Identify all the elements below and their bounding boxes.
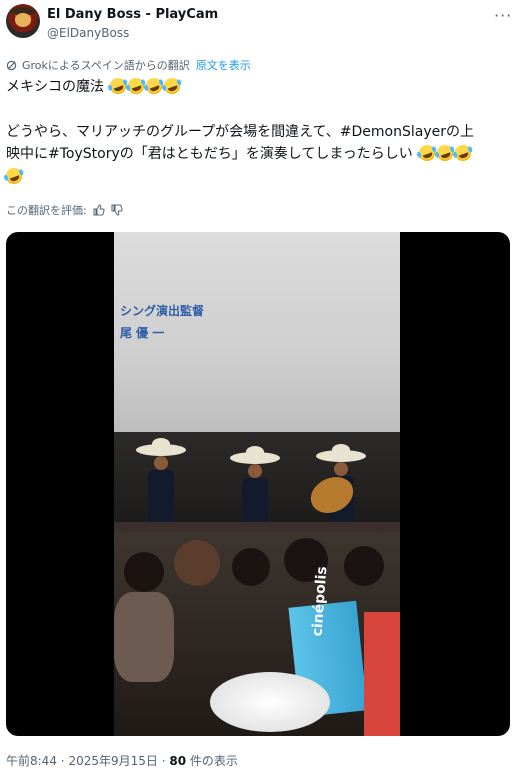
cinema-screen: シング演出監督 尾 優 一 (114, 232, 400, 432)
author-display-name[interactable]: El Dany Boss - PlayCam (47, 7, 218, 22)
grok-icon (6, 60, 17, 70)
avatar-face (15, 13, 31, 27)
post-time[interactable]: 午前8:44 (6, 754, 57, 768)
post-text-line1: メキシコの魔法 (6, 75, 183, 98)
more-options-icon[interactable]: ··· (494, 6, 512, 25)
audience-head (344, 546, 384, 586)
audience-head (124, 552, 164, 592)
mariachi-face (154, 456, 168, 470)
screen-credit-line1: シング演出監督 (120, 304, 205, 318)
views-count[interactable]: 80 (169, 754, 186, 768)
drink-lid (210, 672, 330, 732)
post-text-line4 (3, 165, 25, 188)
sombrero (316, 450, 366, 462)
translation-notice-text: Grokによるスペイン語からの翻訳 (22, 59, 190, 72)
mariachi-violin-player (230, 446, 280, 532)
views-label: 件の表示 (189, 754, 238, 768)
meta-separator: · (60, 754, 65, 768)
post-meta: 午前8:44 · 2025年9月15日 · 80 件の表示 (6, 752, 238, 769)
sombrero (136, 444, 186, 456)
rate-translation-label: この翻訳を評価: (6, 204, 87, 217)
avatar[interactable] (6, 4, 40, 38)
cup-brand-label: cinépolis (309, 565, 331, 637)
screen-credit-line2: 尾 優 一 (120, 326, 165, 340)
video-player[interactable]: シング演出監督 尾 優 一 cinépolis (6, 232, 510, 736)
audience-arm (114, 592, 174, 682)
post-line2: どうやら、マリアッチのグループが会場を間違えて、#DemonSlayerの上 (6, 124, 474, 140)
laughing-emoji-group (416, 142, 474, 164)
mariachi-suit (148, 470, 174, 524)
audience-head (174, 540, 220, 586)
post-text-line3: 映中に#ToyStoryの「君はともだち」を演奏してしまったらしい (6, 142, 474, 165)
laughing-emoji-group (108, 75, 183, 97)
snack-box (364, 612, 400, 736)
author-handle[interactable]: @ElDanyBoss (47, 26, 129, 40)
rolling-on-floor-laughing-emoji (162, 75, 183, 97)
thumbs-down-icon[interactable] (111, 204, 123, 216)
thumbs-up-icon[interactable] (93, 204, 105, 216)
meta-separator: · (161, 754, 166, 768)
post-line3-text: 映中に#ToyStoryの「君はともだち」を演奏してしまったらしい (6, 146, 413, 162)
show-original-link[interactable]: 原文を表示 (196, 57, 251, 73)
laughing-emoji-group (3, 165, 25, 187)
mariachi-face (334, 462, 348, 476)
rolling-on-floor-laughing-emoji (452, 142, 474, 164)
mariachi-trumpet-player (136, 438, 186, 524)
rate-translation: この翻訳を評価: (6, 202, 123, 218)
translation-notice: Grokによるスペイン語からの翻訳 原文を表示 (6, 57, 251, 73)
rolling-on-floor-laughing-emoji (3, 165, 25, 187)
audience-head (232, 548, 270, 586)
mariachi-face (248, 464, 262, 478)
video-frame: シング演出監督 尾 優 一 cinépolis (114, 232, 400, 736)
post-line1-text: メキシコの魔法 (6, 79, 104, 95)
post-date[interactable]: 2025年9月15日 (68, 754, 157, 768)
sombrero (230, 452, 280, 464)
